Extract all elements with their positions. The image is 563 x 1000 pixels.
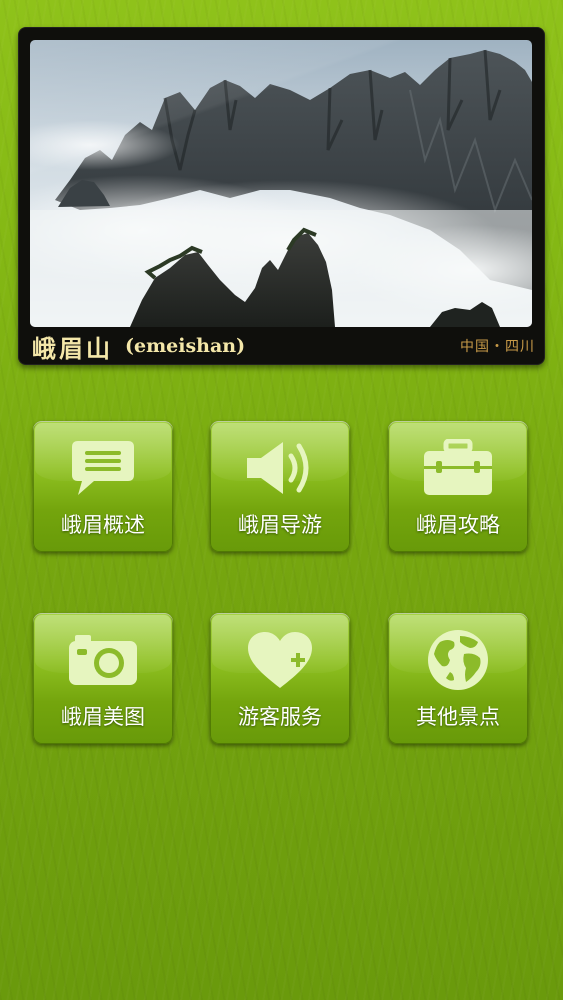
- heart-plus-icon: [210, 629, 350, 691]
- photos-button[interactable]: 峨眉美图: [33, 613, 173, 744]
- camera-icon: [33, 629, 173, 691]
- banner-title-en: (emeishan): [125, 335, 246, 357]
- visitor-service-button[interactable]: 游客服务: [210, 613, 350, 744]
- photos-label: 峨眉美图: [61, 705, 145, 729]
- other-attractions-label: 其他景点: [416, 705, 500, 729]
- overview-button[interactable]: 峨眉概述: [33, 421, 173, 552]
- other-attractions-button[interactable]: 其他景点: [388, 613, 528, 744]
- banner-caption: 峨眉山 (emeishan) 中国・四川: [32, 327, 535, 365]
- guide-button[interactable]: 峨眉导游: [210, 421, 350, 552]
- globe-icon: [388, 629, 528, 691]
- visitor-service-label: 游客服务: [238, 705, 322, 729]
- speech-bubble-icon: [33, 437, 173, 499]
- speaker-icon: [210, 437, 350, 499]
- banner-location: 中国・四川: [460, 339, 535, 355]
- banner-card[interactable]: 峨眉山 (emeishan) 中国・四川: [18, 27, 545, 365]
- overview-label: 峨眉概述: [61, 513, 145, 537]
- mountain-photo: [30, 40, 532, 327]
- strategy-button[interactable]: 峨眉攻略: [388, 421, 528, 552]
- banner-title-cn: 峨眉山: [32, 333, 113, 363]
- briefcase-icon: [388, 437, 528, 499]
- strategy-label: 峨眉攻略: [416, 513, 500, 537]
- guide-label: 峨眉导游: [238, 513, 322, 537]
